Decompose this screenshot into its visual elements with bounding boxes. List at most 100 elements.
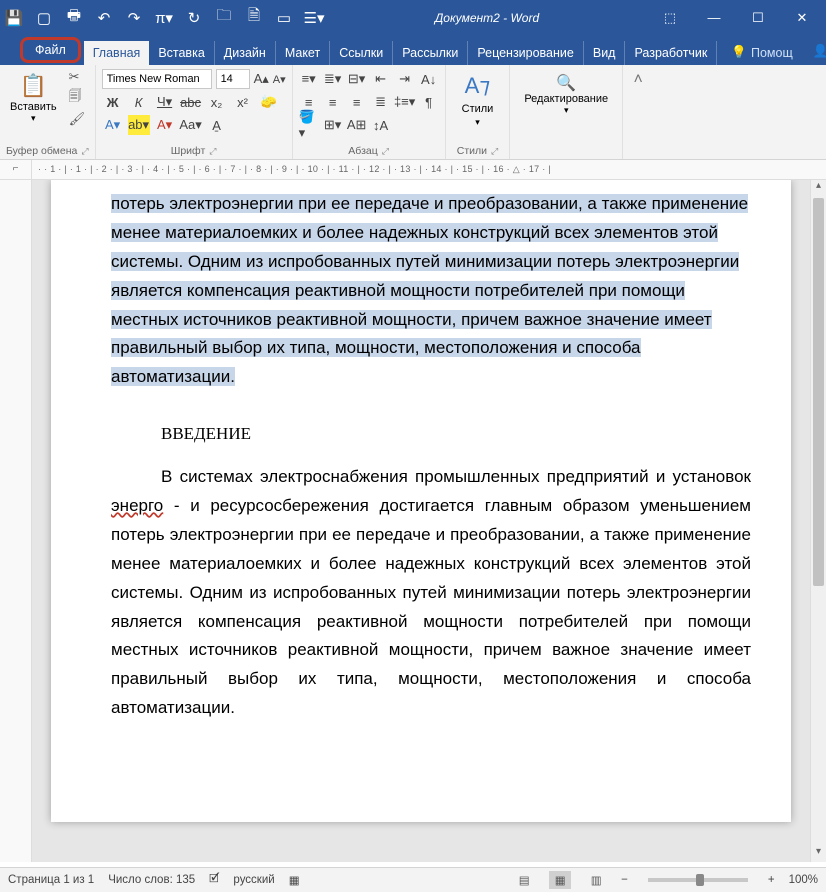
page-icon[interactable]: 🗎 bbox=[246, 10, 262, 26]
align-right-icon[interactable]: ≡ bbox=[347, 92, 367, 112]
styles-gallery[interactable]: A⁊ Стили ▾ bbox=[452, 69, 504, 132]
save-icon[interactable]: 💾 bbox=[6, 10, 22, 26]
tab-home[interactable]: Главная bbox=[84, 41, 150, 65]
format-painter-icon[interactable]: 🖌 bbox=[69, 111, 86, 127]
zoom-out-icon[interactable]: − bbox=[621, 874, 628, 886]
tab-references[interactable]: Ссылки bbox=[330, 41, 393, 65]
copy-icon[interactable]: 🗐 bbox=[69, 87, 86, 109]
page-indicator[interactable]: Страница 1 из 1 bbox=[8, 874, 94, 886]
vertical-scrollbar[interactable]: ▴ ▾ bbox=[810, 180, 826, 862]
decrease-indent-icon[interactable]: ⇤ bbox=[371, 69, 391, 89]
line-spacing-icon[interactable]: ‡≡▾ bbox=[395, 92, 415, 112]
zoom-slider[interactable] bbox=[648, 878, 748, 882]
scroll-down-icon[interactable]: ▾ bbox=[811, 846, 826, 862]
zoom-in-icon[interactable]: + bbox=[768, 874, 775, 886]
highlight-icon[interactable]: ab▾ bbox=[128, 115, 150, 135]
close-icon[interactable]: ✕ bbox=[784, 5, 820, 30]
scroll-thumb[interactable] bbox=[813, 198, 824, 586]
cut-icon[interactable]: ✂ bbox=[69, 69, 86, 85]
change-case-icon[interactable]: Aa▾ bbox=[180, 115, 202, 135]
italic-button[interactable]: К bbox=[128, 92, 150, 112]
borders-icon[interactable]: ⊞▾ bbox=[323, 115, 343, 135]
pi-icon[interactable]: π▾ bbox=[156, 10, 172, 26]
snap-grid-icon[interactable]: A⊞ bbox=[347, 115, 367, 135]
share-icon: 👤 bbox=[813, 44, 826, 59]
language-indicator[interactable]: русский bbox=[233, 874, 274, 886]
font-color-icon[interactable]: A▾ bbox=[154, 115, 176, 135]
strike-button[interactable]: abc bbox=[180, 92, 202, 112]
redo-icon[interactable]: ↷ bbox=[126, 10, 142, 26]
object-icon[interactable]: ▭ bbox=[276, 10, 292, 26]
launcher-icon[interactable]: ⤢ bbox=[81, 146, 88, 157]
numbering-icon[interactable]: ≣▾ bbox=[323, 69, 343, 89]
ribbon-options-icon[interactable]: ⬚ bbox=[652, 5, 688, 30]
launcher-icon[interactable]: ⤢ bbox=[209, 146, 216, 157]
tab-insert[interactable]: Вставка bbox=[149, 41, 214, 65]
undo-icon[interactable]: ↶ bbox=[96, 10, 112, 26]
font-name-input[interactable] bbox=[102, 69, 212, 89]
justify-icon[interactable]: ≣ bbox=[371, 92, 391, 112]
collapse-ribbon-icon[interactable]: ˄ bbox=[623, 65, 653, 159]
tab-design[interactable]: Дизайн bbox=[215, 41, 276, 65]
selected-text[interactable]: потерь электроэнергии при ее передаче и … bbox=[111, 194, 748, 386]
underline-button[interactable]: Ч▾ bbox=[154, 92, 176, 112]
shrink-font-icon[interactable]: A▾ bbox=[273, 73, 286, 86]
tell-me[interactable]: 💡Помощ bbox=[723, 40, 800, 65]
increase-indent-icon[interactable]: ⇥ bbox=[395, 69, 415, 89]
clear-format-icon[interactable]: 🧽 bbox=[258, 92, 280, 112]
scroll-up-icon[interactable]: ▴ bbox=[811, 180, 826, 196]
folder-icon[interactable]: 🗀 bbox=[216, 10, 232, 26]
maximize-icon[interactable]: ☐ bbox=[740, 5, 776, 30]
bullets-icon[interactable]: ≡▾ bbox=[299, 69, 319, 89]
spellcheck-word[interactable]: энерго bbox=[111, 496, 163, 515]
proofing-icon[interactable]: 🗹 bbox=[209, 871, 219, 890]
minimize-icon[interactable]: — bbox=[696, 5, 732, 30]
ruler-corner: ⌐ bbox=[0, 160, 32, 180]
sort-icon[interactable]: A↓ bbox=[419, 69, 439, 89]
form-icon[interactable]: ☰▾ bbox=[306, 10, 322, 26]
text-direction-icon[interactable]: ↕A bbox=[371, 115, 391, 135]
refresh-icon[interactable]: ↻ bbox=[186, 10, 202, 26]
tab-view[interactable]: Вид bbox=[584, 41, 626, 65]
zoom-level[interactable]: 100% bbox=[789, 874, 818, 886]
align-center-icon[interactable]: ≡ bbox=[323, 92, 343, 112]
tab-file[interactable]: Файл bbox=[20, 37, 81, 63]
ribbon-tabs: Файл Главная Вставка Дизайн Макет Ссылки… bbox=[0, 35, 826, 65]
print-layout-icon[interactable]: ▦ bbox=[549, 871, 571, 889]
text-effects-icon[interactable]: A▾ bbox=[102, 115, 124, 135]
paste-button[interactable]: 📋 Вставить ▾ bbox=[6, 69, 61, 143]
tab-developer[interactable]: Разработчик bbox=[625, 41, 717, 65]
zoom-knob[interactable] bbox=[696, 874, 704, 886]
launcher-icon[interactable]: ⤢ bbox=[491, 146, 498, 157]
print-icon[interactable]: 🖶 bbox=[66, 10, 82, 26]
macro-icon[interactable]: ▦ bbox=[289, 873, 300, 887]
superscript-button[interactable]: x² bbox=[232, 92, 254, 112]
ribbon: 📋 Вставить ▾ ✂ 🗐 🖌 Буфер обмена⤢ A▴ A▾ Ж… bbox=[0, 65, 826, 160]
font-size-input[interactable] bbox=[216, 69, 250, 89]
word-count[interactable]: Число слов: 135 bbox=[108, 874, 195, 886]
heading[interactable]: ВВЕДЕНИЕ bbox=[111, 420, 751, 449]
editing-menu[interactable]: 🔍 Редактирование ▾ bbox=[516, 69, 616, 120]
group-styles: A⁊ Стили ▾ Стили⤢ bbox=[446, 65, 511, 159]
horizontal-ruler[interactable]: · · 1 · | · 1 · | · 2 · | · 3 · | · 4 · … bbox=[32, 160, 826, 180]
shading-icon[interactable]: 🪣▾ bbox=[299, 115, 319, 135]
read-mode-icon[interactable]: ▤ bbox=[513, 871, 535, 889]
new-doc-icon[interactable]: ▢ bbox=[36, 10, 52, 26]
tab-layout[interactable]: Макет bbox=[276, 41, 330, 65]
quick-access-toolbar: 💾 ▢ 🖶 ↶ ↷ π▾ ↻ 🗀 🗎 ▭ ☰▾ bbox=[6, 10, 322, 26]
multilevel-icon[interactable]: ⊟▾ bbox=[347, 69, 367, 89]
show-marks-icon[interactable]: ¶ bbox=[419, 92, 439, 112]
vertical-ruler[interactable] bbox=[0, 180, 32, 862]
subscript-button[interactable]: x₂ bbox=[206, 92, 228, 112]
body-paragraph[interactable]: В системах электроснабжения промышленных… bbox=[111, 463, 751, 723]
web-layout-icon[interactable]: ▥ bbox=[585, 871, 607, 889]
launcher-icon[interactable]: ⤢ bbox=[382, 146, 389, 157]
grow-font-icon[interactable]: A▴ bbox=[254, 71, 269, 87]
bold-button[interactable]: Ж bbox=[102, 92, 124, 112]
tab-review[interactable]: Рецензирование bbox=[468, 41, 584, 65]
char-border-icon[interactable]: A̱ bbox=[206, 115, 228, 135]
tab-mailings[interactable]: Рассылки bbox=[393, 41, 468, 65]
document-page[interactable]: потерь электроэнергии при ее передаче и … bbox=[51, 180, 791, 822]
share-button[interactable]: 👤Общий доступ bbox=[801, 37, 826, 65]
page-scroll[interactable]: потерь электроэнергии при ее передаче и … bbox=[32, 180, 810, 862]
